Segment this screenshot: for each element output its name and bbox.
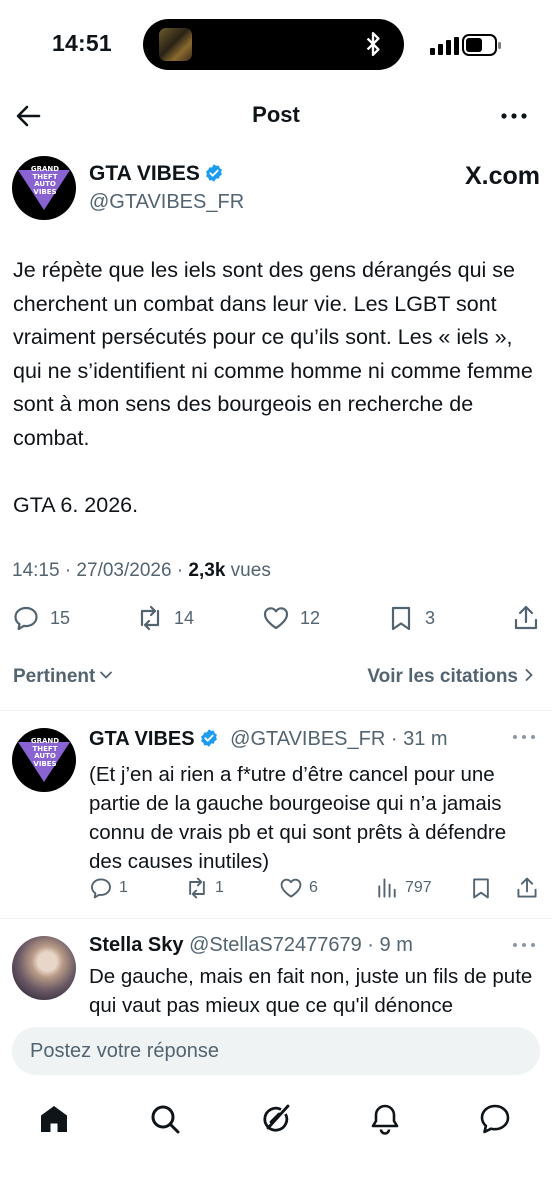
avatar-logo-text: GRAND THEFT AUTO VIBES bbox=[30, 165, 60, 196]
reply-author-name[interactable]: Stella Sky bbox=[89, 934, 184, 956]
reply-button[interactable]: 15 bbox=[12, 604, 70, 632]
repost-button[interactable]: 14 bbox=[136, 604, 194, 632]
reply-button[interactable]: 1 bbox=[89, 876, 128, 900]
reply-time: · 9 m bbox=[361, 934, 413, 956]
reply-text: (Et j’en ai rien a f*utre d’être cancel … bbox=[89, 763, 507, 873]
post-timestamp: 14:15 · 27/03/2026 · bbox=[12, 560, 189, 581]
reply-header: Stella Sky @StellaS72477679 · 9 m bbox=[89, 934, 413, 957]
share-icon bbox=[514, 605, 538, 630]
author-handle[interactable]: @GTAVIBES_FR bbox=[89, 191, 244, 214]
more-options-icon[interactable] bbox=[512, 732, 536, 742]
search-icon[interactable] bbox=[148, 1102, 182, 1136]
reply-author-handle[interactable]: @StellaS72477679 bbox=[189, 934, 362, 956]
post-text: Je répète que les iels sont des gens dér… bbox=[13, 258, 533, 517]
reply-text: De gauche, mais en fait non, juste un fi… bbox=[89, 965, 533, 1017]
views-count: 797 bbox=[405, 879, 432, 896]
more-options-icon[interactable] bbox=[500, 104, 528, 128]
now-playing-thumbnail bbox=[159, 28, 192, 61]
reply-input[interactable]: Postez votre réponse bbox=[12, 1027, 540, 1075]
post-actions: 15 14 12 3 bbox=[12, 600, 540, 640]
post-meta: 14:15 · 27/03/2026 · 2,3k vues bbox=[12, 560, 271, 582]
reply-actions: 1 1 6 797 bbox=[89, 876, 539, 906]
view-quotes-link[interactable]: Voir les citations bbox=[367, 666, 536, 688]
view-quotes-label: Voir les citations bbox=[367, 666, 518, 687]
reply-time: · 31 m bbox=[385, 728, 448, 750]
repost-count: 14 bbox=[174, 607, 195, 628]
avatar-logo-text: GRAND THEFT AUTO VIBES bbox=[30, 737, 60, 768]
author-avatar[interactable]: GRAND THEFT AUTO VIBES bbox=[12, 156, 76, 220]
reply-item[interactable]: Stella Sky @StellaS72477679 · 9 m De gau… bbox=[0, 920, 552, 1020]
replies-sort-row: Pertinent Voir les citations bbox=[0, 660, 552, 696]
views-count: 2,3k bbox=[188, 560, 226, 581]
reply-icon bbox=[14, 606, 38, 631]
relevance-sort-dropdown[interactable]: Pertinent bbox=[13, 666, 113, 688]
bottom-tab-bar bbox=[0, 1094, 552, 1144]
reply-header: GTA VIBES @GTAVIBES_FR · 31 m bbox=[89, 728, 448, 751]
verified-badge-icon bbox=[205, 164, 222, 182]
share-icon bbox=[517, 877, 537, 898]
status-time: 14:51 bbox=[52, 30, 112, 56]
heart-icon bbox=[263, 607, 289, 630]
divider bbox=[0, 710, 552, 711]
views-chart-icon bbox=[378, 878, 396, 898]
home-icon[interactable] bbox=[37, 1102, 71, 1136]
bookmark-button[interactable] bbox=[469, 876, 499, 900]
author-name-text: GTA VIBES bbox=[89, 162, 200, 185]
like-count: 6 bbox=[309, 879, 318, 896]
repost-button[interactable]: 1 bbox=[185, 876, 224, 900]
author-name[interactable]: GTA VIBES bbox=[89, 162, 224, 186]
messages-icon[interactable] bbox=[478, 1102, 512, 1136]
verified-badge-icon bbox=[200, 729, 217, 747]
grok-icon[interactable] bbox=[259, 1102, 293, 1136]
top-app-bar: Post bbox=[0, 92, 552, 140]
divider bbox=[0, 918, 552, 919]
share-button[interactable] bbox=[515, 876, 545, 900]
heart-icon bbox=[280, 878, 302, 898]
repost-icon bbox=[189, 877, 205, 899]
bookmark-icon bbox=[473, 878, 489, 899]
more-options-icon[interactable] bbox=[512, 940, 536, 950]
status-bar: 14:51 bbox=[0, 0, 552, 92]
views-button[interactable]: 797 bbox=[375, 876, 432, 900]
reply-avatar[interactable] bbox=[12, 936, 76, 1000]
reply-input-placeholder: Postez votre réponse bbox=[30, 1040, 219, 1062]
reply-count: 1 bbox=[119, 879, 128, 896]
reply-count: 15 bbox=[50, 607, 71, 628]
bookmark-count: 3 bbox=[425, 607, 436, 628]
bookmark-button[interactable]: 3 bbox=[387, 604, 435, 632]
chevron-down-icon bbox=[100, 671, 113, 679]
source-watermark: X.com bbox=[464, 162, 540, 190]
signal-icon bbox=[430, 37, 459, 55]
like-button[interactable]: 12 bbox=[262, 604, 320, 632]
bluetooth-icon bbox=[366, 31, 380, 57]
reply-author-handle[interactable]: @GTAVIBES_FR bbox=[230, 728, 385, 750]
reply-author-name[interactable]: GTA VIBES bbox=[89, 728, 195, 750]
reply-item[interactable]: GRAND THEFT AUTO VIBES GTA VIBES @GTAVIB… bbox=[0, 720, 552, 916]
page-title: Post bbox=[252, 102, 300, 127]
reply-icon bbox=[91, 878, 111, 899]
reply-avatar[interactable]: GRAND THEFT AUTO VIBES bbox=[12, 728, 76, 792]
like-count: 12 bbox=[300, 607, 321, 628]
like-button[interactable]: 6 bbox=[279, 876, 318, 900]
bookmark-icon bbox=[391, 606, 411, 631]
post-author: GRAND THEFT AUTO VIBES GTA VIBES @GTAVIB… bbox=[12, 156, 540, 220]
share-button[interactable] bbox=[512, 604, 550, 632]
repost-count: 1 bbox=[215, 879, 224, 896]
chevron-right-icon bbox=[525, 669, 533, 681]
repost-icon bbox=[140, 605, 160, 631]
dynamic-island bbox=[143, 19, 404, 70]
views-label: vues bbox=[225, 560, 271, 581]
battery-icon bbox=[462, 34, 501, 56]
sort-label: Pertinent bbox=[13, 666, 96, 687]
notifications-icon[interactable] bbox=[368, 1102, 402, 1136]
